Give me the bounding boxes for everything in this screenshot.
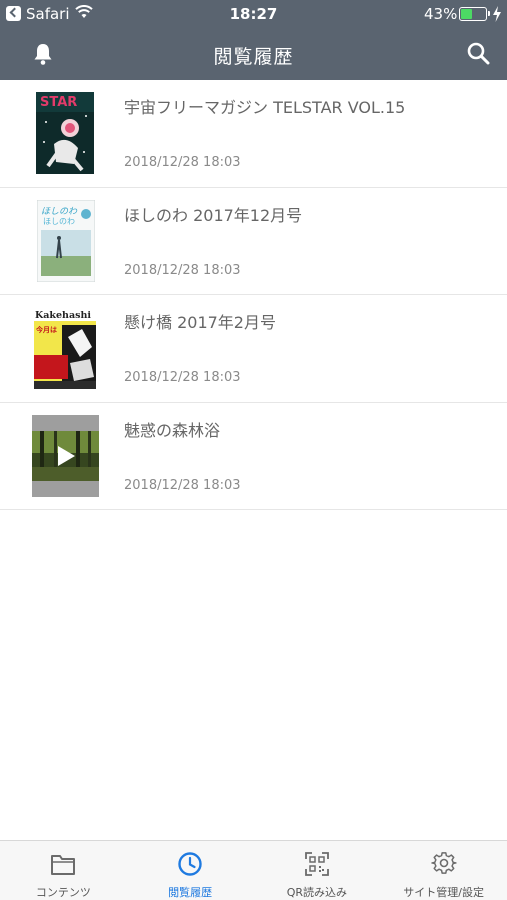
page-title: 閲覧履歴 <box>213 46 294 68</box>
battery-icon <box>459 7 490 21</box>
hoshinowa-cover-thumbnail: ほしのわ ほしのわ <box>37 199 95 282</box>
svg-text:Kakehashi: Kakehashi <box>35 310 91 321</box>
svg-text:ほしのわ: ほしのわ <box>43 217 75 226</box>
history-item[interactable]: ほしのわ ほしのわ ほしのわ 2017年12月号 2018/12/28 18:0… <box>0 188 507 295</box>
tab-settings[interactable]: サイト管理/設定 <box>380 841 507 900</box>
charging-bolt-icon <box>493 6 501 22</box>
qr-code-icon <box>304 852 329 876</box>
history-item[interactable]: 魅惑の森林浴 2018/12/28 18:03 <box>0 403 507 510</box>
svg-text:STAR: STAR <box>40 95 77 110</box>
tab-qr-reader[interactable]: QR読み込み <box>254 841 381 900</box>
svg-text:今月は: 今月は <box>35 325 57 334</box>
svg-text:ほしのわ: ほしのわ <box>41 206 78 217</box>
history-item-title: 宇宙フリーマガジン TELSTAR VOL.15 <box>124 98 406 117</box>
folder-icon <box>51 855 76 875</box>
tab-label: 閲覧履歴 <box>168 886 213 899</box>
forest-video-thumbnail <box>32 414 99 497</box>
status-bar: Safari 18:27 43% <box>0 0 507 28</box>
clock-icon <box>178 852 202 876</box>
history-item-title: ほしのわ 2017年12月号 <box>124 205 303 225</box>
history-item-title: 懸け橋 2017年2月号 <box>124 313 276 332</box>
history-item-date: 2018/12/28 18:03 <box>124 262 241 278</box>
history-item-title: 魅惑の森林浴 <box>124 420 221 440</box>
tab-label: サイト管理/設定 <box>403 886 484 899</box>
tab-bar: コンテンツ 閲覧履歴 QR読み込み サイト管理/設定 <box>0 840 507 900</box>
navigation-bar: 閲覧履歴 <box>0 28 507 80</box>
history-item-date: 2018/12/28 18:03 <box>124 477 241 493</box>
history-item[interactable]: STAR 宇宙フリーマガジン TELSTAR VOL.15 2018/12/28… <box>0 80 507 188</box>
history-item-date: 2018/12/28 18:03 <box>124 370 241 385</box>
battery-percentage: 43% <box>424 5 458 23</box>
kakehashi-cover-thumbnail: Kakehashi 今月は <box>34 307 96 389</box>
tab-history[interactable]: 閲覧履歴 <box>127 841 254 900</box>
tab-label: QR読み込み <box>286 886 348 899</box>
tab-label: コンテンツ <box>35 886 91 899</box>
telstar-cover-thumbnail: STAR <box>36 92 94 174</box>
history-item-date: 2018/12/28 18:03 <box>124 155 241 170</box>
tab-contents[interactable]: コンテンツ <box>0 841 127 900</box>
history-list: STAR 宇宙フリーマガジン TELSTAR VOL.15 2018/12/28… <box>0 80 507 510</box>
search-icon[interactable] <box>466 41 490 65</box>
gear-icon <box>430 852 457 874</box>
history-item[interactable]: Kakehashi 今月は 懸け橋 2017年2月号 2018/12/28 18… <box>0 295 507 403</box>
